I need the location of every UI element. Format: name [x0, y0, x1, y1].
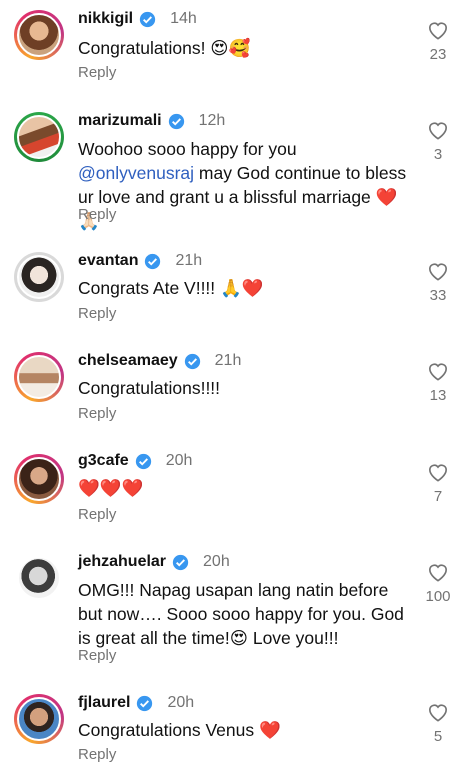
reply-button[interactable]: Reply	[78, 64, 116, 81]
heart-icon[interactable]	[427, 462, 449, 482]
like-count[interactable]: 100	[425, 588, 450, 605]
username[interactable]: chelseamaey	[78, 352, 178, 370]
comment-header: jehzahuelar 20h	[78, 553, 230, 571]
avatar	[17, 115, 61, 159]
timestamp: 20h	[167, 694, 195, 711]
story-ring[interactable]	[14, 10, 64, 60]
verified-badge-icon	[184, 353, 200, 369]
like-control: 13	[418, 361, 458, 404]
avatar	[17, 697, 61, 741]
comment-text-start: Woohoo sooo happy for you	[78, 139, 297, 159]
avatar	[17, 355, 61, 399]
reply-button[interactable]: Reply	[78, 647, 116, 664]
mention-link[interactable]: @onlyvenusraj	[78, 163, 194, 183]
comment-text: ❤️❤️❤️	[78, 478, 144, 498]
comment-text: Congratulations!!!!	[78, 378, 221, 398]
verified-badge-icon	[139, 11, 156, 27]
comment-header: chelseamaey 21h	[78, 352, 241, 370]
comment-text: Congratulations! 😍🥰	[78, 38, 251, 58]
username[interactable]: nikkigil	[78, 10, 133, 28]
heart-icon[interactable]	[427, 120, 449, 140]
username[interactable]: g3cafe	[78, 452, 129, 470]
like-control: 33	[418, 261, 458, 304]
comment-header: fjlaurel 20h	[78, 694, 194, 712]
timestamp: 21h	[214, 352, 242, 369]
comment-text: Woohoo sooo happy for you @onlyvenusraj …	[78, 137, 408, 233]
verified-badge-icon	[168, 113, 184, 129]
like-count[interactable]: 23	[430, 46, 447, 63]
timestamp: 20h	[203, 553, 230, 570]
comment-header: g3cafe 20h	[78, 452, 192, 470]
timestamp: 12h	[198, 112, 226, 129]
like-count[interactable]: 3	[434, 146, 442, 163]
comment-text: Congrats Ate V!!!! 🙏❤️	[78, 278, 264, 298]
story-ring[interactable]	[14, 352, 64, 402]
story-ring[interactable]	[14, 694, 64, 744]
verified-badge-icon	[135, 453, 151, 469]
avatar	[17, 556, 61, 600]
heart-icon[interactable]	[427, 361, 449, 381]
story-ring[interactable]	[14, 112, 64, 162]
avatar-frame[interactable]	[14, 252, 64, 302]
timestamp: 21h	[175, 252, 203, 269]
username[interactable]: fjlaurel	[78, 694, 130, 712]
like-count[interactable]: 13	[430, 387, 447, 404]
like-control: 100	[418, 562, 458, 605]
reply-button[interactable]: Reply	[78, 305, 116, 322]
comment-header: evantan 21h	[78, 252, 202, 270]
avatar	[17, 457, 61, 501]
comment-header: nikkigil 14h	[78, 10, 197, 28]
comment-text: Congratulations Venus ❤️	[78, 720, 281, 740]
avatar	[17, 13, 61, 57]
reply-button[interactable]: Reply	[78, 206, 116, 223]
avatar	[17, 255, 61, 299]
like-control: 3	[418, 120, 458, 163]
username[interactable]: marizumali	[78, 112, 162, 130]
like-control: 7	[418, 462, 458, 505]
heart-icon[interactable]	[427, 702, 449, 722]
comment-header: marizumali 12h	[78, 112, 225, 130]
avatar-frame[interactable]	[14, 553, 64, 603]
reply-button[interactable]: Reply	[78, 746, 116, 763]
heart-icon[interactable]	[427, 20, 449, 40]
verified-badge-icon	[137, 695, 153, 711]
verified-badge-icon	[145, 253, 161, 269]
reply-button[interactable]: Reply	[78, 506, 116, 523]
verified-badge-icon	[172, 554, 189, 570]
like-count[interactable]: 33	[430, 287, 447, 304]
reply-button[interactable]: Reply	[78, 405, 116, 422]
comment-text: OMG!!! Napag usapan lang natin before bu…	[78, 580, 404, 648]
like-count[interactable]: 7	[434, 488, 442, 505]
username[interactable]: evantan	[78, 252, 138, 270]
like-control: 5	[418, 702, 458, 745]
timestamp: 14h	[170, 10, 197, 27]
heart-icon[interactable]	[427, 261, 449, 281]
like-control: 23	[418, 20, 458, 63]
heart-icon[interactable]	[427, 562, 449, 582]
like-count[interactable]: 5	[434, 728, 442, 745]
timestamp: 20h	[165, 452, 193, 469]
username[interactable]: jehzahuelar	[78, 553, 166, 571]
story-ring[interactable]	[14, 454, 64, 504]
